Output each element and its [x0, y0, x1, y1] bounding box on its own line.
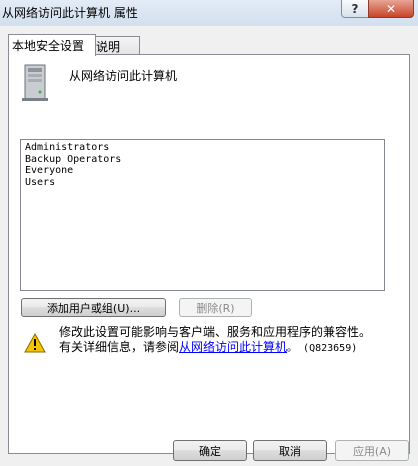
warning-prefix: 有关详细信息，请参阅	[59, 340, 180, 354]
list-item[interactable]: Backup Operators	[21, 154, 384, 166]
policy-help-link[interactable]: 从网络访问此计算机	[179, 340, 287, 354]
compatibility-warning: 修改此设置可能影响与客户端、服务和应用程序的兼容性。 有关详细信息，请参阅从网络…	[59, 325, 404, 356]
warning-line-1: 修改此设置可能影响与客户端、服务和应用程序的兼容性。	[59, 325, 372, 339]
tab-explain[interactable]: 说明	[92, 36, 140, 55]
dialog-body: 本地安全设置 说明 从网络访问此计算机 Administrators Backu…	[0, 26, 418, 466]
list-item[interactable]: Everyone	[21, 165, 384, 177]
window-title: 从网络访问此计算机 属性	[2, 6, 138, 20]
policy-title: 从网络访问此计算机	[69, 69, 178, 83]
remove-button[interactable]: 删除(R)	[179, 298, 252, 317]
apply-button[interactable]: 应用(A)	[335, 440, 409, 461]
server-icon	[22, 64, 48, 101]
warning-icon	[24, 333, 46, 353]
title-bar: 从网络访问此计算机 属性 ? ✕	[0, 0, 418, 26]
kb-reference: 。 (Q823659)	[287, 343, 358, 354]
warning-line-2: 有关详细信息，请参阅从网络访问此计算机。 (Q823659)	[59, 340, 404, 356]
ok-button[interactable]: 确定	[173, 440, 247, 461]
close-button[interactable]: ✕	[368, 0, 414, 18]
list-item[interactable]: Administrators	[21, 140, 384, 154]
cancel-button[interactable]: 取消	[253, 440, 327, 461]
list-item[interactable]: Users	[21, 177, 384, 189]
members-listbox[interactable]: Administrators Backup Operators Everyone…	[20, 139, 385, 291]
tab-local-security-setting[interactable]: 本地安全设置	[8, 34, 96, 56]
help-button[interactable]: ?	[341, 0, 369, 18]
add-user-or-group-button[interactable]: 添加用户或组(U)...	[21, 298, 166, 317]
tab-panel: 从网络访问此计算机 Administrators Backup Operator…	[8, 54, 410, 454]
